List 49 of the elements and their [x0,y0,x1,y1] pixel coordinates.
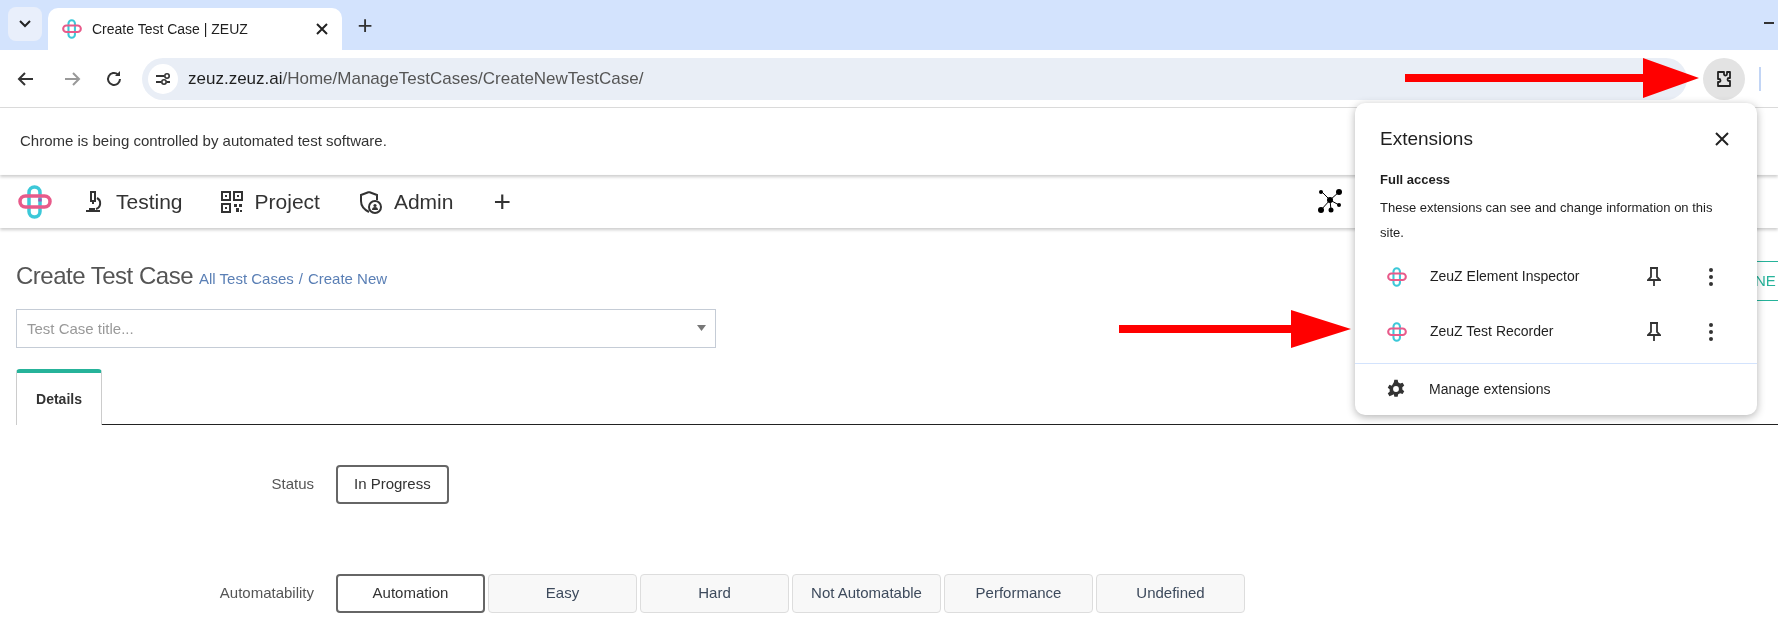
option-button[interactable]: Not Automatable [792,574,941,613]
option-button[interactable]: Automation [336,574,485,613]
automatability-label: Automatability [218,583,314,604]
chevron-down-icon [19,20,31,28]
url-text: zeuz.zeuz.ai/Home/ManageTestCases/CreateNewTestCase/ [188,67,644,90]
zeuz-logo[interactable] [18,184,52,219]
page-title: Create Test Case [16,261,193,291]
more-icon[interactable] [1709,267,1713,286]
automation-infobar-message: Chrome is being controlled by automated test software. [20,131,387,152]
more-icon[interactable] [1709,322,1713,341]
site-settings-icon[interactable] [148,63,178,94]
close-icon[interactable] [1715,132,1729,147]
qr-code-icon [220,190,243,213]
nav-item[interactable]: Project [254,185,320,218]
option-button[interactable]: Hard [640,574,789,613]
option-button[interactable]: Undefined [1096,574,1245,613]
section-description: These extensions can see and change information on this site. [1379,199,1714,242]
section-heading: Full access [1379,170,1452,189]
settings-icon [1386,379,1406,399]
zeuz-logo-icon [1387,321,1407,342]
details-tab[interactable]: Details [16,369,102,425]
option-button[interactable]: Performance [944,574,1093,613]
popup-title: Extensions [1380,127,1473,151]
address-bar[interactable]: zeuz.zeuz.ai/Home/ManageTestCases/CreateNewTestCase/ [142,57,1687,100]
extension-item[interactable]: ZeuZ Test Recorder [1355,304,1757,359]
status-button[interactable]: In Progress [336,465,449,504]
shield-user-icon [357,189,382,214]
add-button[interactable]: + [493,186,511,217]
extensions-button[interactable] [1703,57,1745,100]
breadcrumb-separator: / [298,269,303,289]
tab-list-button[interactable] [8,7,42,41]
breadcrumb-link[interactable]: Create New [307,268,388,291]
zeuz-logo-icon [1387,266,1407,287]
option-button[interactable]: Easy [488,574,637,613]
breadcrumb-link[interactable]: All Test Cases [199,268,294,291]
puzzle-icon [1714,68,1734,89]
nav-item[interactable]: Testing [116,185,183,218]
close-icon[interactable] [316,23,328,35]
title-select-field[interactable]: Test Case title... [16,309,716,348]
dropdown-caret-icon [697,325,706,331]
pin-icon[interactable] [1647,266,1661,287]
zeuz-logo-icon [62,19,82,39]
manage-extensions-item[interactable]: Manage extensions [1355,364,1757,414]
nav-item[interactable]: Admin [393,185,454,218]
new-tab-button[interactable]: + [348,8,382,42]
network-icon[interactable] [1317,188,1343,214]
pin-icon[interactable] [1647,321,1661,342]
browser-tab[interactable]: Create Test Case | ZEUZ [48,8,342,50]
status-label: Status [270,474,314,495]
